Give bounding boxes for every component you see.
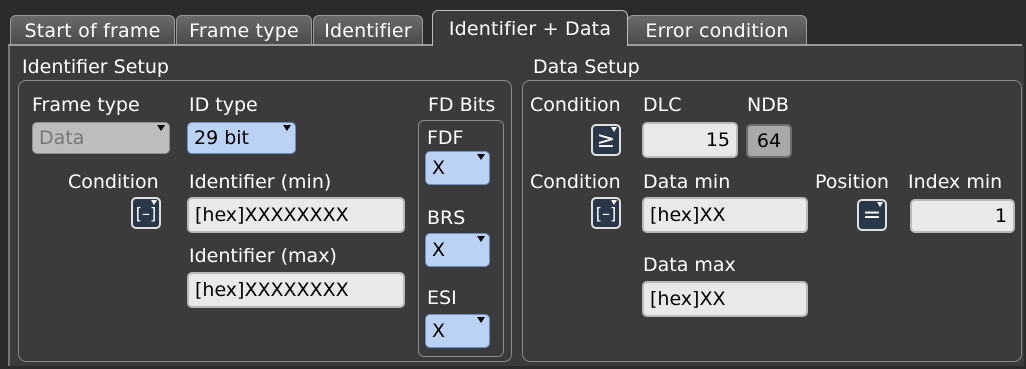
chevron-down-icon [157,125,165,131]
data-min-label: Data min [643,171,731,193]
id-type-value: 29 bit [194,127,250,149]
dlc-condition-button[interactable]: ≥ [591,124,621,156]
tab-start-of-frame[interactable]: Start of frame [10,15,175,45]
data-condition-button[interactable]: [–] [591,197,621,229]
chevron-down-icon [611,200,617,205]
index-min-input[interactable]: 1 [910,199,1015,233]
identifier-max-label: Identifier (max) [189,245,337,267]
identifier-min-label: Identifier (min) [189,171,332,193]
chevron-down-icon [283,125,291,131]
data-condition-label: Condition [530,171,621,193]
ndb-value: 64 [756,130,782,152]
brs-value: X [432,239,446,261]
dlc-value: 15 [705,129,730,151]
identifier-max-input[interactable]: [hex]XXXXXXXX [187,272,405,308]
index-min-label: Index min [908,171,1003,193]
range-bracket-icon: [–] [595,203,617,223]
position-label: Position [815,171,889,193]
dlc-input[interactable]: 15 [642,122,738,158]
id-type-dropdown[interactable]: 29 bit [187,122,296,154]
dlc-condition-label: Condition [530,94,621,116]
chevron-down-icon [477,236,485,242]
tab-identifier[interactable]: Identifier [313,15,423,45]
data-min-input[interactable]: [hex]XX [642,197,808,233]
frame-type-label: Frame type [32,94,140,116]
brs-dropdown[interactable]: X [425,233,490,267]
tab-identifier-data[interactable]: Identifier + Data [432,10,628,46]
esi-dropdown[interactable]: X [425,314,490,348]
chevron-down-icon [611,127,617,132]
tab-label: Start of frame [24,19,161,42]
tab-error-condition[interactable]: Error condition [627,15,807,45]
fdf-label: FDF [427,127,464,149]
tab-label: Frame type [189,19,299,42]
identifier-max-value: [hex]XXXXXXXX [195,279,349,301]
tab-frame-type[interactable]: Frame type [176,15,312,45]
data-max-value: [hex]XX [650,288,726,310]
esi-label: ESI [427,287,457,309]
identifier-min-value: [hex]XXXXXXXX [195,204,349,226]
fdf-value: X [432,157,446,179]
tab-label: Identifier + Data [448,17,612,40]
id-type-label: ID type [189,94,258,116]
identifier-min-input[interactable]: [hex]XXXXXXXX [187,197,405,233]
trigger-settings-dialog: Start of frame Frame type Identifier Err… [0,0,1026,369]
frame-type-value: Data [39,127,85,149]
index-min-value: 1 [994,205,1007,227]
data-min-value: [hex]XX [650,204,726,226]
chevron-down-icon [477,154,485,160]
identifier-condition-label: Condition [68,171,159,193]
data-max-input[interactable]: [hex]XX [642,281,808,317]
brs-label: BRS [427,207,466,229]
identifier-condition-button[interactable]: [–] [131,197,161,229]
chevron-down-icon [477,317,485,323]
tab-label: Error condition [645,19,789,42]
frame-type-dropdown[interactable]: Data [32,122,170,154]
ndb-value-field: 64 [746,124,792,158]
tab-label: Identifier [324,19,412,42]
chevron-down-icon [877,202,883,207]
chevron-down-icon [151,200,157,205]
esi-value: X [432,320,446,342]
position-operator-button[interactable]: = [857,199,887,231]
fdf-dropdown[interactable]: X [425,151,490,185]
data-setup-title: Data Setup [533,56,640,78]
identifier-setup-title: Identifier Setup [22,56,169,78]
fd-bits-label: FD Bits [428,94,496,116]
range-bracket-icon: [–] [135,203,157,223]
dlc-label: DLC [643,94,682,116]
data-max-label: Data max [643,254,736,276]
ndb-label: NDB [747,94,789,116]
